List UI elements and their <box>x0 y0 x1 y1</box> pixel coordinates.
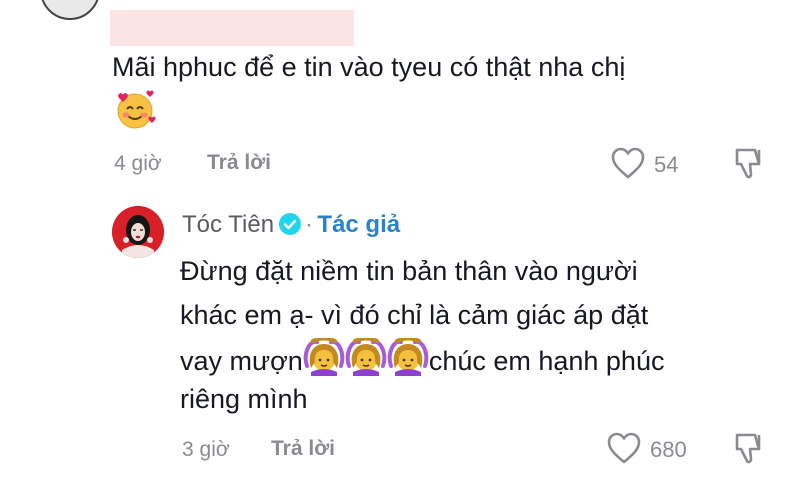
reply-line-3-end: chúc em hạnh phúc <box>428 346 665 376</box>
redacted-username <box>110 10 354 46</box>
author-avatar[interactable] <box>112 206 164 258</box>
woman-gesturing-ok-icon <box>387 336 429 386</box>
woman-gesturing-ok-icon <box>345 336 387 386</box>
reply-button[interactable]: Trả lời <box>271 437 335 461</box>
reply-line-4: riêng mình <box>180 384 308 414</box>
author-tag: Tác giả <box>317 211 401 238</box>
like-count: 680 <box>650 437 687 462</box>
heart-icon[interactable] <box>606 431 642 465</box>
dislike-icon[interactable] <box>733 146 767 182</box>
like-count: 54 <box>654 152 679 177</box>
dislike-icon[interactable] <box>733 431 767 467</box>
reply-header: Tóc Tiên · Tác giả <box>182 211 400 239</box>
reply-line-3: vay mượn chúc em hạnh phúc <box>180 336 665 386</box>
comment-text: Mãi hphuc để e tin vào tyeu có thật nha … <box>112 52 626 82</box>
reply-line-2: khác em ạ- vì đó chỉ là cảm giác áp đặt <box>180 300 649 330</box>
heart-icon[interactable] <box>610 146 646 180</box>
woman-gesturing-ok-icon <box>303 336 345 386</box>
verified-badge-icon <box>278 213 301 235</box>
separator: · <box>304 211 313 238</box>
comment-time: 4 giờ <box>114 152 162 175</box>
reply-button[interactable]: Trả lời <box>207 151 271 175</box>
author-name[interactable]: Tóc Tiên <box>182 211 274 238</box>
avatar[interactable] <box>40 0 100 20</box>
reply-line-3-start: vay mượn <box>180 346 303 376</box>
reply-time: 3 giờ <box>182 438 230 461</box>
smiling-face-with-hearts-icon <box>114 90 156 135</box>
reply-line-1: Đừng đặt niềm tin bản thân vào người <box>180 256 638 286</box>
